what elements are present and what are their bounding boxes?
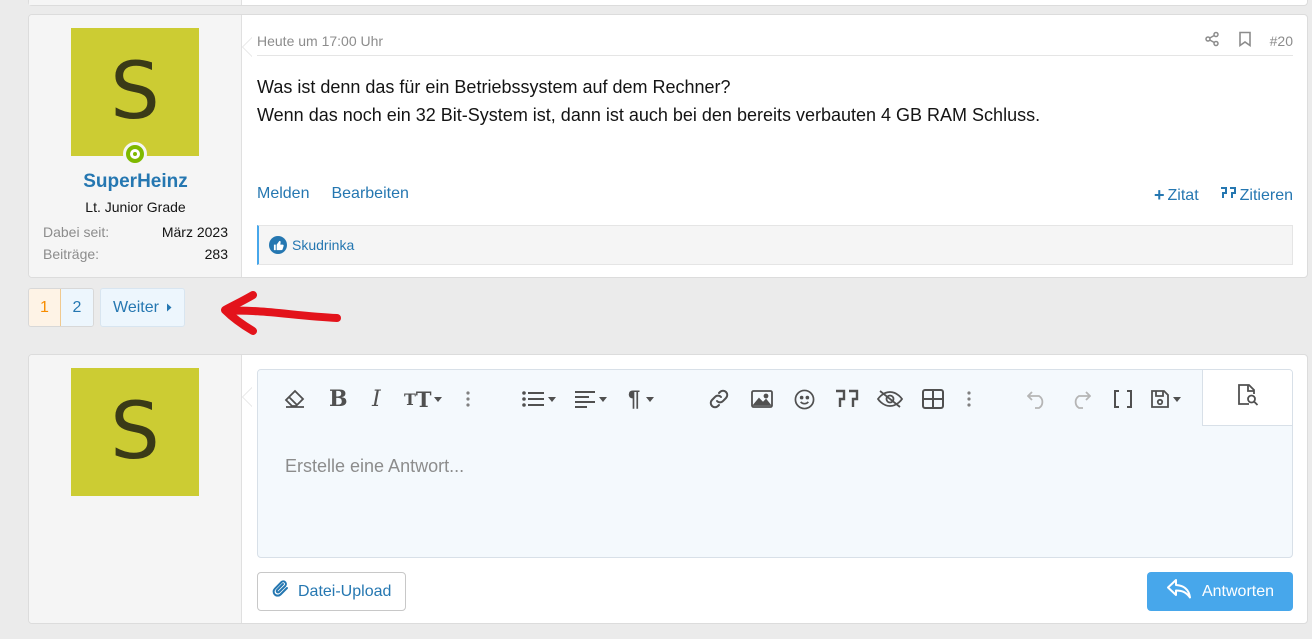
quote-icon: [1219, 186, 1237, 205]
pagination: 1 2 Weiter: [28, 288, 185, 327]
stat-value: 283: [204, 246, 228, 262]
post-number[interactable]: #20: [1270, 33, 1293, 49]
paperclip-icon: [272, 579, 290, 604]
post-top-actions: #20: [1204, 31, 1293, 50]
username[interactable]: SuperHeinz: [29, 171, 242, 193]
bold-icon[interactable]: B: [329, 386, 348, 412]
user-stat-joined: Dabei seit: März 2023: [43, 224, 228, 240]
like-icon: [269, 236, 287, 254]
bbcode-toggle-icon[interactable]: [1113, 386, 1133, 412]
multiquote-button[interactable]: + Zitat: [1154, 185, 1199, 206]
stat-label: Beiträge:: [43, 246, 100, 262]
preview-icon: [1236, 383, 1260, 412]
avatar[interactable]: S: [71, 28, 199, 156]
edit-link[interactable]: Bearbeiten: [331, 185, 408, 203]
post-body-line: Was ist denn das für ein Betriebssystem …: [257, 77, 731, 97]
preview-toggle[interactable]: [1202, 370, 1292, 426]
next-page-button[interactable]: Weiter: [100, 288, 185, 327]
bookmark-icon[interactable]: [1238, 31, 1252, 50]
reply-user-column: S: [29, 355, 242, 623]
list-icon[interactable]: [522, 386, 556, 412]
page-2-link[interactable]: 2: [61, 289, 93, 326]
page-list: 1 2: [28, 288, 94, 327]
quote-label: Zitieren: [1239, 186, 1293, 204]
clear-formatting-icon[interactable]: [284, 386, 306, 412]
avatar-letter: S: [110, 387, 160, 477]
stat-label: Dabei seit:: [43, 224, 110, 240]
redo-icon[interactable]: [1069, 386, 1091, 412]
user-stat-posts: Beiträge: 283: [43, 246, 228, 262]
post-body: Was ist denn das für ein Betriebssystem …: [257, 73, 1040, 129]
reaction-user-link[interactable]: Skudrinka: [292, 237, 354, 253]
reply-icon: [1166, 578, 1192, 605]
quick-reply: S B I TT ¶ Erstelle eine Antwort... Date…: [28, 354, 1308, 624]
reply-editor[interactable]: B I TT ¶ Erstelle eine Antwort...: [257, 369, 1293, 558]
post-date[interactable]: Heute um 17:00 Uhr: [257, 33, 383, 49]
user-title: Lt. Junior Grade: [85, 199, 186, 215]
more-vertical-icon[interactable]: [466, 386, 470, 412]
quote-icon[interactable]: [834, 386, 860, 412]
editor-toolbar: B I TT ¶: [258, 370, 1292, 426]
post-message: S SuperHeinz Lt. Junior Grade Dabei seit…: [28, 14, 1308, 278]
spoiler-hide-icon[interactable]: [877, 386, 903, 412]
divider: [257, 55, 1293, 56]
page-1-link[interactable]: 1: [29, 289, 61, 326]
italic-icon[interactable]: I: [372, 386, 381, 412]
undo-icon[interactable]: [1027, 386, 1049, 412]
multiquote-label: Zitat: [1167, 186, 1199, 204]
quote-button[interactable]: Zitieren: [1219, 186, 1293, 205]
align-icon[interactable]: [575, 386, 607, 412]
annotation-red-arrow: [221, 291, 341, 335]
link-icon[interactable]: [708, 386, 730, 412]
reactions-bar: Skudrinka: [257, 225, 1293, 265]
image-icon[interactable]: [751, 386, 773, 412]
bubble-notch: [242, 387, 252, 407]
file-upload-label: Datei-Upload: [298, 582, 392, 600]
post-main: Heute um 17:00 Uhr #20 Was ist denn das …: [257, 15, 1293, 277]
share-icon[interactable]: [1204, 31, 1220, 50]
text-size-icon[interactable]: TT: [404, 386, 442, 412]
stat-value: März 2023: [161, 224, 228, 240]
bubble-notch: [242, 37, 252, 57]
next-page-label: Weiter: [113, 298, 159, 316]
previous-post-edge: [28, 0, 1308, 6]
avatar: S: [71, 368, 199, 496]
file-upload-button[interactable]: Datei-Upload: [257, 572, 407, 611]
online-status-icon: [123, 142, 147, 166]
paragraph-icon[interactable]: ¶: [628, 386, 655, 412]
reply-textarea-placeholder[interactable]: Erstelle eine Antwort...: [285, 456, 464, 477]
post-body-line: Wenn das noch ein 32 Bit-System ist, dan…: [257, 105, 1041, 125]
caret-right-icon: [166, 299, 172, 317]
more-vertical-icon[interactable]: [967, 386, 971, 412]
submit-reply-button[interactable]: Antworten: [1147, 572, 1293, 611]
submit-reply-label: Antworten: [1201, 582, 1275, 600]
post-user-column: S SuperHeinz Lt. Junior Grade Dabei seit…: [29, 15, 242, 277]
table-icon[interactable]: [922, 386, 944, 412]
avatar-letter: S: [110, 47, 160, 137]
smiley-icon[interactable]: [794, 386, 815, 412]
save-draft-icon[interactable]: [1151, 386, 1181, 412]
plus-icon: +: [1154, 185, 1165, 205]
report-link[interactable]: Melden: [257, 185, 309, 203]
